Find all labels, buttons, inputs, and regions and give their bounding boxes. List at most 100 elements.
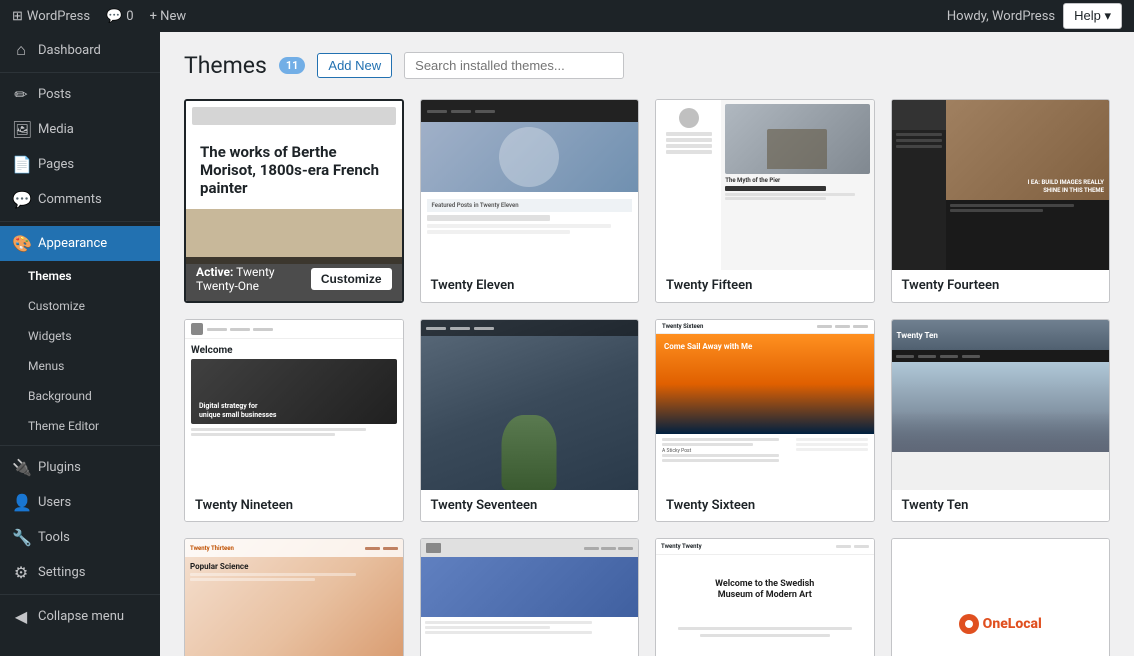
theme-card-twenty-thirteen[interactable]: Twenty Thirteen Popular Science bbox=[184, 538, 404, 656]
wp-icon: ⊞ bbox=[12, 9, 23, 24]
active-theme-banner: Active: Twenty Twenty-One Customize bbox=[186, 257, 402, 301]
sidebar-label-settings: Settings bbox=[38, 565, 85, 580]
comment-count: 0 bbox=[126, 9, 133, 24]
appearance-icon: 🎨 bbox=[12, 234, 30, 253]
sidebar-label-plugins: Plugins bbox=[38, 460, 81, 475]
thirteen-logo: Twenty Thirteen bbox=[190, 545, 234, 552]
sidebar-item-widgets[interactable]: Widgets bbox=[0, 321, 160, 351]
sidebar-item-tools[interactable]: 🔧 Tools bbox=[0, 520, 160, 555]
customize-button[interactable]: Customize bbox=[311, 268, 392, 290]
plugins-icon: 🔌 bbox=[12, 458, 30, 477]
nineteen-welcome: Welcome bbox=[191, 345, 397, 356]
page-title: Themes bbox=[184, 52, 267, 79]
sidebar-item-dashboard[interactable]: ⌂ Dashboard bbox=[0, 32, 160, 68]
top-bar: ⊞ WordPress 💬 0 + New Howdy, WordPress H… bbox=[0, 0, 1134, 32]
theme-count-badge: 11 bbox=[279, 57, 306, 74]
sidebar-item-background[interactable]: Background bbox=[0, 381, 160, 411]
sidebar: ⌂ Dashboard ✏ Posts 🖼 Media 📄 Pages 💬 Co… bbox=[0, 32, 160, 656]
sidebar-label-pages: Pages bbox=[38, 157, 74, 172]
sidebar-item-settings[interactable]: ⚙ Settings bbox=[0, 555, 160, 590]
theme-name-twenty-sixteen: Twenty Sixteen bbox=[656, 490, 874, 521]
sidebar-item-users[interactable]: 👤 Users bbox=[0, 485, 160, 520]
theme-card-onelocal[interactable]: OneLocal OneLocal bbox=[891, 538, 1111, 656]
new-content-link[interactable]: + New bbox=[150, 9, 187, 24]
help-button-top[interactable]: Help ▾ bbox=[1063, 3, 1122, 29]
sidebar-item-menus[interactable]: Menus bbox=[0, 351, 160, 381]
comments-icon: 💬 bbox=[12, 190, 30, 209]
theme-card-twenty-twenty[interactable]: Twenty Twenty Welcome to the SwedishMuse… bbox=[655, 538, 875, 656]
theme-card-twenty-nineteen[interactable]: Welcome Digital strategy forunique small… bbox=[184, 319, 404, 522]
theme-card-twenty-fourteen[interactable]: I EA: BUILD IMAGES REALLYSHINE IN THIS T… bbox=[891, 99, 1111, 303]
theme-card-twenty-ten[interactable]: Twenty Ten bbox=[891, 319, 1111, 522]
sidebar-label-menus: Menus bbox=[28, 359, 64, 373]
new-label: + New bbox=[150, 9, 187, 24]
sidebar-item-themes[interactable]: Themes bbox=[0, 261, 160, 291]
sidebar-label-customize: Customize bbox=[28, 299, 85, 313]
sidebar-item-theme-editor[interactable]: Theme Editor bbox=[0, 411, 160, 441]
sixteen-title: Twenty Sixteen bbox=[662, 323, 703, 330]
theme-thumbnail-twenty-twenty-one: The works of Berthe Morisot, 1800s-era F… bbox=[186, 101, 402, 301]
top-bar-right: Howdy, WordPress Help ▾ bbox=[947, 3, 1122, 29]
thirteen-title: Popular Science bbox=[190, 562, 398, 571]
search-input[interactable] bbox=[404, 52, 624, 79]
theme-name-twenty-fifteen: Twenty Fifteen bbox=[656, 270, 874, 301]
media-icon: 🖼 bbox=[12, 120, 30, 139]
theme-card-twenty-twenty-one[interactable]: The works of Berthe Morisot, 1800s-era F… bbox=[184, 99, 404, 303]
sidebar-label-posts: Posts bbox=[38, 87, 71, 102]
sixteen-hero-text: Come Sail Away with Me bbox=[664, 342, 752, 352]
theme-thumbnail-twenty-fourteen: I EA: BUILD IMAGES REALLYSHINE IN THIS T… bbox=[892, 100, 1110, 270]
posts-icon: ✏ bbox=[12, 85, 30, 104]
tools-icon: 🔧 bbox=[12, 528, 30, 547]
theme-thumbnail-twenty-eleven: Featured Posts in Twenty Eleven bbox=[421, 100, 639, 270]
theme-card-twenty-seventeen[interactable]: Twenty Seventeen bbox=[420, 319, 640, 522]
sidebar-label-themes: Themes bbox=[28, 269, 72, 283]
ten-header-title: Twenty Ten bbox=[897, 331, 938, 340]
fourteen-hero-text: I EA: BUILD IMAGES REALLYSHINE IN THIS T… bbox=[1028, 179, 1104, 195]
theme-card-twenty-eleven[interactable]: Featured Posts in Twenty Eleven Twenty E… bbox=[420, 99, 640, 303]
sidebar-item-media[interactable]: 🖼 Media bbox=[0, 112, 160, 147]
active-label: Active: Twenty Twenty-One bbox=[196, 265, 311, 293]
theme-thumbnail-twenty-twenty: Twenty Twenty Welcome to the SwedishMuse… bbox=[656, 539, 874, 656]
sidebar-label-media: Media bbox=[38, 122, 74, 137]
sidebar-label-collapse: Collapse menu bbox=[38, 609, 124, 624]
theme-card-twenty-twelve[interactable]: Twenty Twelve bbox=[420, 538, 640, 656]
theme-thumbnail-twenty-sixteen: Twenty Sixteen Come Sail Away with Me bbox=[656, 320, 874, 490]
themes-grid: The works of Berthe Morisot, 1800s-era F… bbox=[184, 99, 1110, 656]
sidebar-item-customize[interactable]: Customize bbox=[0, 291, 160, 321]
collapse-icon: ◀ bbox=[12, 607, 30, 626]
twenty-header-title: Twenty Twenty bbox=[661, 543, 702, 550]
theme-name-twenty-fourteen: Twenty Fourteen bbox=[892, 270, 1110, 301]
top-bar-left: ⊞ WordPress 💬 0 + New bbox=[12, 9, 186, 24]
sidebar-item-appearance[interactable]: 🎨 Appearance bbox=[0, 226, 160, 261]
comments-link[interactable]: 💬 0 bbox=[106, 9, 134, 24]
twenty-hero-text: Welcome to the SwedishMuseum of Modern A… bbox=[715, 579, 814, 601]
sidebar-label-tools: Tools bbox=[38, 530, 70, 545]
dashboard-icon: ⌂ bbox=[12, 40, 30, 60]
theme-thumbnail-twenty-seventeen bbox=[421, 320, 639, 490]
sidebar-item-posts[interactable]: ✏ Posts bbox=[0, 77, 160, 112]
howdy-text: Howdy, WordPress bbox=[947, 9, 1055, 24]
theme-thumbnail-twenty-fifteen: The Myth of the Pier bbox=[656, 100, 874, 270]
eleven-featured-label: Featured Posts in Twenty Eleven bbox=[427, 199, 633, 212]
sidebar-label-dashboard: Dashboard bbox=[38, 43, 101, 58]
comment-icon: 💬 bbox=[106, 9, 122, 24]
onelocal-logo: OneLocal bbox=[959, 614, 1042, 634]
sidebar-item-pages[interactable]: 📄 Pages bbox=[0, 147, 160, 182]
add-new-button[interactable]: Add New bbox=[317, 53, 392, 78]
theme-card-twenty-sixteen[interactable]: Twenty Sixteen Come Sail Away with Me bbox=[655, 319, 875, 522]
sidebar-item-comments[interactable]: 💬 Comments bbox=[0, 182, 160, 217]
wp-logo[interactable]: ⊞ WordPress bbox=[12, 9, 90, 24]
users-icon: 👤 bbox=[12, 493, 30, 512]
sidebar-label-appearance: Appearance bbox=[38, 236, 107, 251]
theme-thumbnail-twenty-nineteen: Welcome Digital strategy forunique small… bbox=[185, 320, 403, 490]
sidebar-item-collapse[interactable]: ◀ Collapse menu bbox=[0, 599, 160, 634]
sidebar-label-background: Background bbox=[28, 389, 92, 403]
theme-thumbnail-onelocal: OneLocal bbox=[892, 539, 1110, 656]
theme-name-twenty-seventeen: Twenty Seventeen bbox=[421, 490, 639, 521]
theme-name-twenty-nineteen: Twenty Nineteen bbox=[185, 490, 403, 521]
sidebar-item-plugins[interactable]: 🔌 Plugins bbox=[0, 450, 160, 485]
settings-icon: ⚙ bbox=[12, 563, 30, 582]
theme-card-twenty-fifteen[interactable]: The Myth of the Pier Twenty Fifteen bbox=[655, 99, 875, 303]
theme-thumbnail-twenty-ten: Twenty Ten bbox=[892, 320, 1110, 490]
sidebar-label-users: Users bbox=[38, 495, 71, 510]
